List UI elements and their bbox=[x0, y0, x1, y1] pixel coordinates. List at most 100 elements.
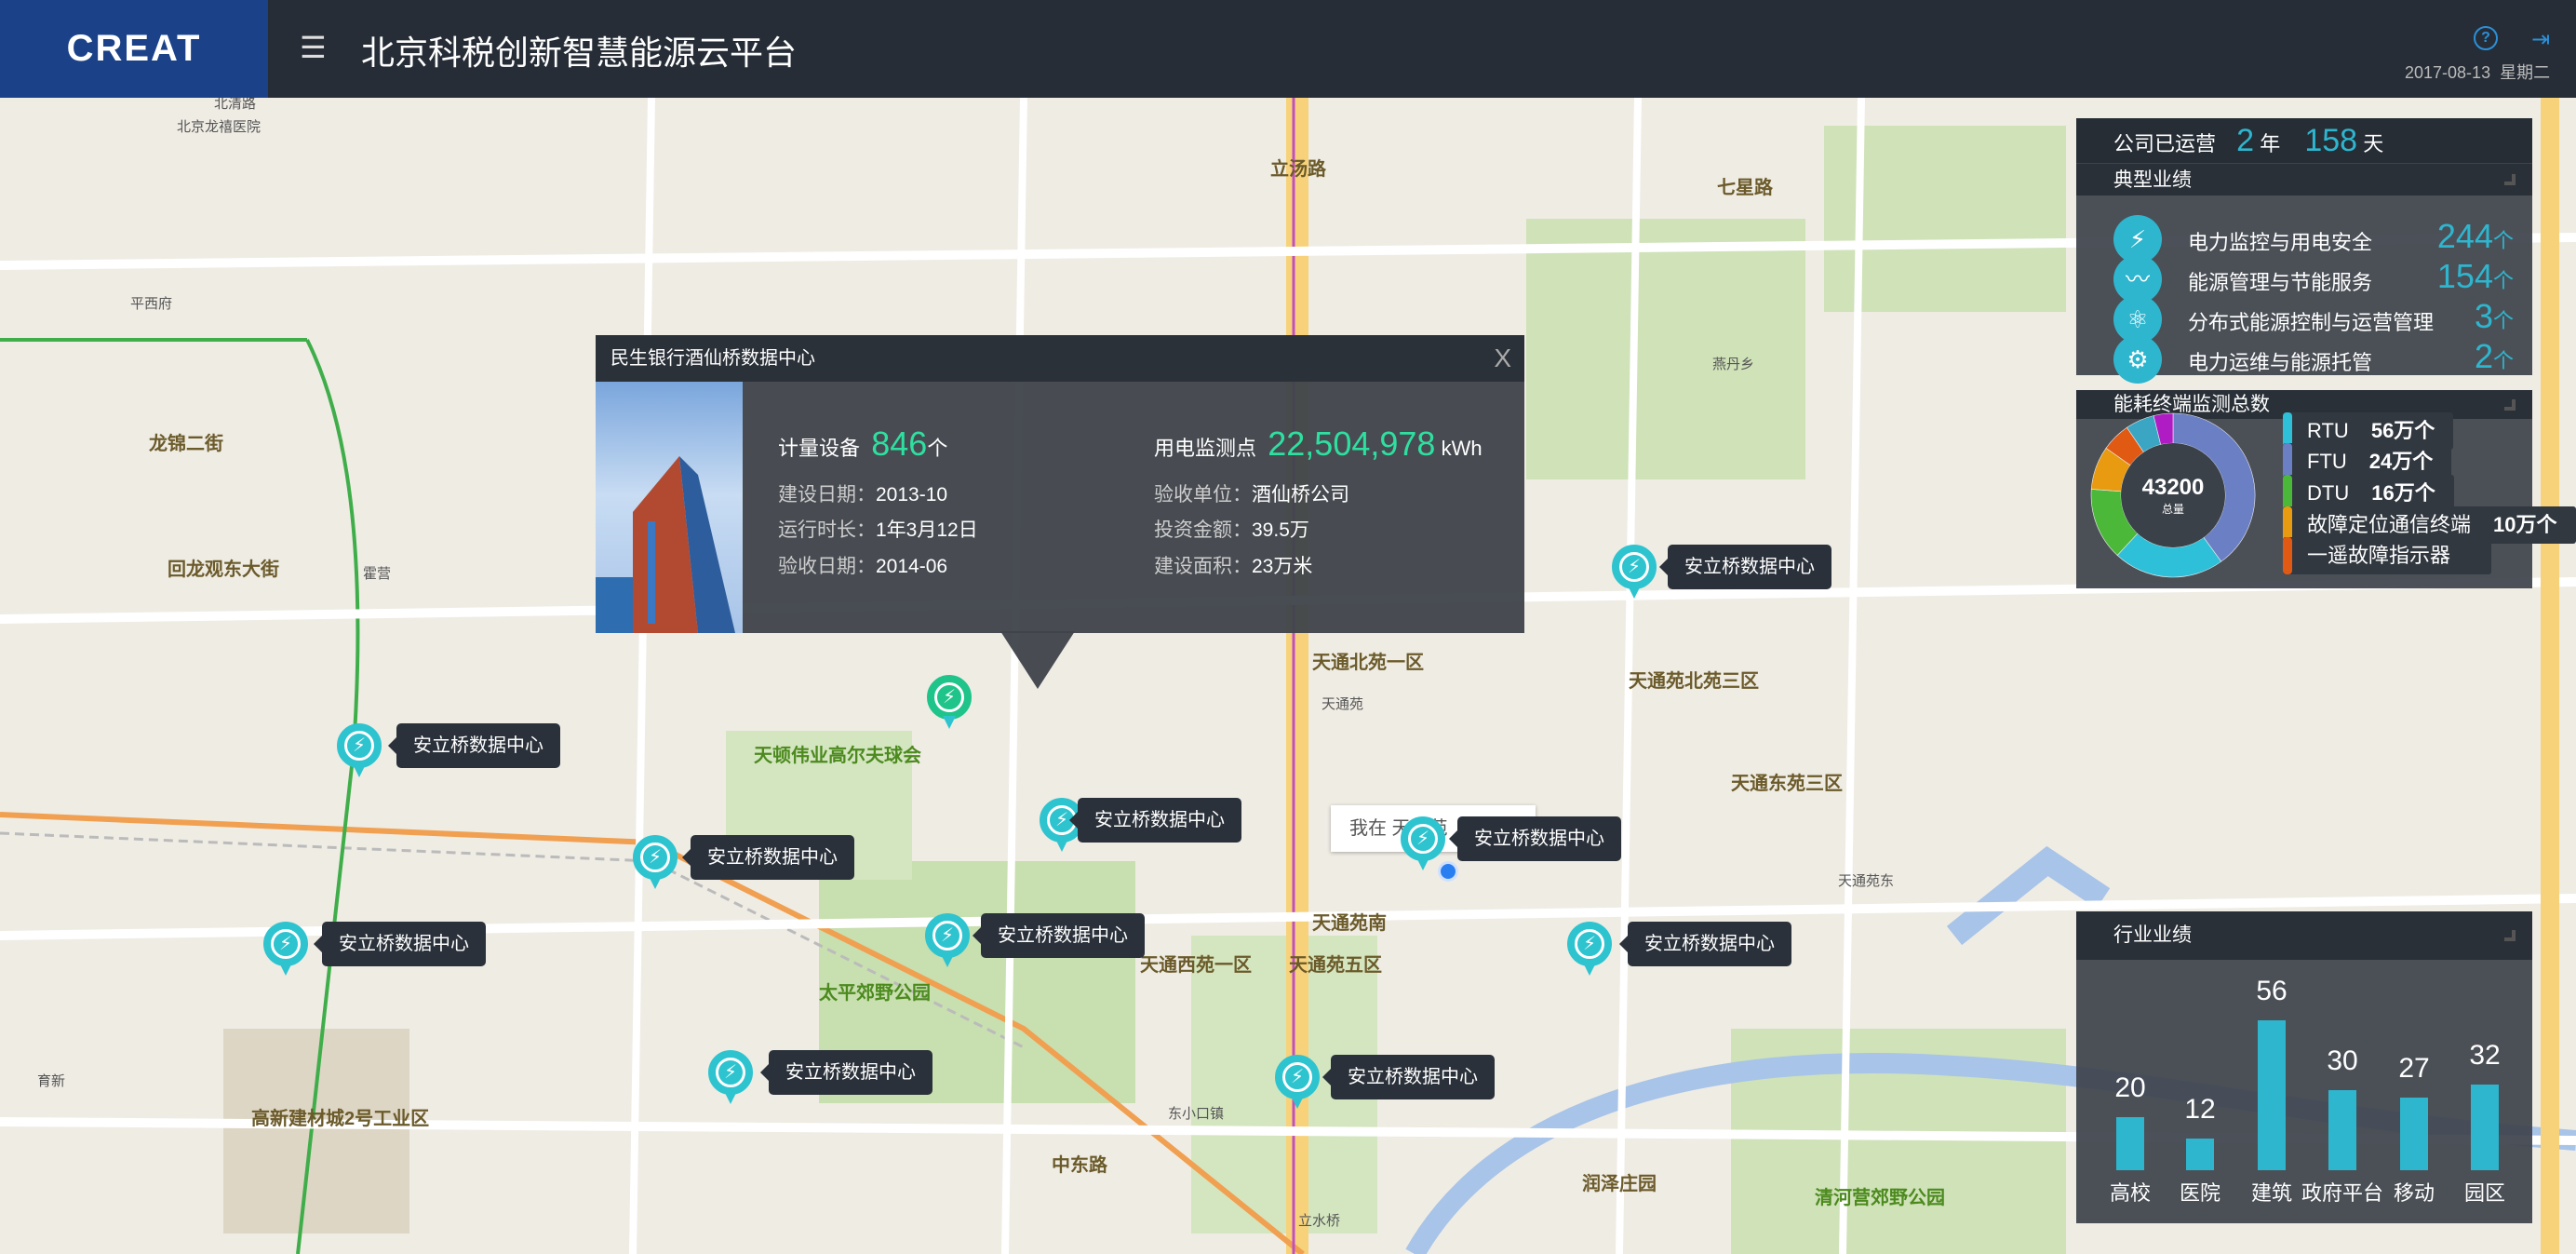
weekday: 星期二 bbox=[2500, 63, 2551, 82]
lightning-icon: ⚡ bbox=[1567, 922, 1612, 976]
top-header: CREAT ☰ 北京科税创新智慧能源云平台 ? ⇥ 2017-08-13 星期二 bbox=[0, 0, 2576, 98]
bar[interactable] bbox=[2116, 1116, 2144, 1170]
bar[interactable] bbox=[2471, 1085, 2499, 1170]
date: 2017-08-13 bbox=[2405, 63, 2491, 82]
typical-item-value: 2个 bbox=[2474, 337, 2514, 375]
typical-header: 典型业绩 bbox=[2076, 163, 2532, 196]
site-marker[interactable]: ⚡ bbox=[1275, 1055, 1320, 1111]
map-label: 立汤路 bbox=[1270, 159, 1326, 180]
map-label: 高新建材城2号工业区 bbox=[251, 1109, 430, 1129]
site-marker-label[interactable]: 安立桥数据中心 bbox=[973, 913, 1145, 958]
map-label: 回龙观东大街 bbox=[168, 560, 279, 580]
donut-total-label: 总量 bbox=[2161, 503, 2184, 516]
map-label: 燕丹乡 bbox=[1712, 357, 1755, 372]
resize-icon[interactable] bbox=[2504, 174, 2516, 185]
lightning-icon: ⚡ bbox=[337, 723, 382, 777]
industry-header: 行业业绩 bbox=[2076, 911, 2532, 960]
resize-icon[interactable] bbox=[2504, 930, 2516, 941]
points-unit: kWh bbox=[1441, 437, 1483, 460]
legend-value: 24万个 bbox=[2368, 450, 2434, 473]
typical-item-label: 电力运维与能源托管 bbox=[2188, 351, 2373, 374]
site-marker[interactable]: ⚡ bbox=[925, 913, 970, 969]
map-label: 天通东苑三区 bbox=[1731, 774, 1843, 794]
legend-name: 故障定位通信终端 bbox=[2307, 513, 2472, 536]
legend-name: RTU bbox=[2307, 419, 2349, 442]
resize-icon[interactable] bbox=[2504, 398, 2516, 411]
site-marker-label[interactable]: 安立桥数据中心 bbox=[760, 1050, 932, 1095]
map-label: 北京龙禧医院 bbox=[177, 119, 262, 135]
typical-item[interactable]: ⚙ 电力运维与能源托管 2个 bbox=[2113, 335, 2523, 391]
map-label: 天顿伟业高尔夫球会 bbox=[754, 746, 921, 766]
lightning-icon: ⚡ bbox=[1275, 1055, 1320, 1109]
devices-unit: 个 bbox=[927, 437, 948, 460]
site-marker-label[interactable]: 安立桥数据中心 bbox=[1619, 922, 1791, 966]
map-label: 天通西苑一区 bbox=[1140, 955, 1252, 976]
legend-item: 一遥故障指示器 bbox=[2283, 537, 2492, 574]
devices-label: 计量设备 bbox=[778, 437, 861, 460]
site-marker-label[interactable]: 安立桥数据中心 bbox=[1322, 1055, 1495, 1099]
site-marker-label[interactable]: 安立桥数据中心 bbox=[314, 922, 486, 966]
bar[interactable] bbox=[2186, 1138, 2214, 1170]
bar-category-label: 园区 bbox=[2463, 1181, 2505, 1205]
bar-value-label: 20 bbox=[2114, 1072, 2146, 1103]
points-value: 22,504,978 bbox=[1268, 425, 1436, 463]
bar[interactable] bbox=[2258, 1020, 2286, 1170]
site-marker[interactable]: ⚡ bbox=[1612, 545, 1657, 600]
info-run-time: 运行时长：1年3月12日 bbox=[778, 519, 978, 541]
bar-value-label: 56 bbox=[2256, 976, 2288, 1006]
bar[interactable] bbox=[2328, 1089, 2356, 1170]
site-marker-label[interactable]: 安立桥数据中心 bbox=[1659, 545, 1831, 589]
site-marker[interactable]: ⚡ bbox=[633, 835, 678, 891]
map-label: 东小口镇 bbox=[1168, 1106, 1225, 1122]
bar-value-label: 12 bbox=[2184, 1093, 2216, 1125]
lightning-icon: ⚡ bbox=[263, 922, 308, 976]
menu-icon[interactable]: ☰ bbox=[300, 33, 337, 62]
legend-name: FTU bbox=[2307, 450, 2347, 473]
site-marker[interactable]: ⚡ bbox=[1567, 922, 1612, 978]
legend-value: 56万个 bbox=[2370, 419, 2435, 442]
map-label: 清河营郊野公园 bbox=[1815, 1188, 1945, 1208]
map-label: 天通苑北苑三区 bbox=[1629, 671, 1759, 692]
selected-site-marker[interactable]: ⚡ bbox=[927, 675, 972, 731]
site-marker[interactable]: ⚡ bbox=[263, 922, 308, 978]
typical-item-value: 154个 bbox=[2436, 257, 2514, 295]
lightning-icon: ⚡ bbox=[925, 913, 970, 967]
map-label: 太平郊野公园 bbox=[819, 983, 931, 1004]
points-label: 用电监测点 bbox=[1154, 437, 1257, 460]
operation-panel: 公司已运营 2 年 158 天 典型业绩 ⚡ 电力监控与用电安全 244个〰能源管理… bbox=[2076, 118, 2532, 384]
site-marker-label[interactable]: 安立桥数据中心 bbox=[388, 723, 560, 768]
bar-value-label: 32 bbox=[2469, 1040, 2501, 1071]
help-icon[interactable]: ? bbox=[2474, 26, 2498, 50]
logout-icon[interactable]: ⇥ bbox=[2531, 26, 2550, 53]
site-marker[interactable]: ⚡ bbox=[337, 723, 382, 779]
legend-swatch bbox=[2283, 537, 2292, 574]
popup-header: 民生银行酒仙桥数据中心 X bbox=[596, 335, 1524, 382]
site-marker-label[interactable]: 安立桥数据中心 bbox=[1069, 798, 1241, 843]
logo: CREAT bbox=[0, 0, 268, 98]
map-label: 天通苑南 bbox=[1312, 913, 1387, 934]
info-accept-date: 验收日期：2014-06 bbox=[778, 556, 948, 577]
lightning-icon: ⚡ bbox=[1401, 816, 1445, 870]
map-label: 中东路 bbox=[1052, 1155, 1107, 1176]
site-marker[interactable]: ⚡ bbox=[1401, 816, 1445, 872]
typical-item-label: 分布式能源控制与运营管理 bbox=[2188, 311, 2435, 334]
map-label: 天通北苑一区 bbox=[1312, 653, 1424, 673]
info-accept-unit: 验收单位：酒仙桥公司 bbox=[1154, 484, 1349, 506]
lightning-icon: ⚡ bbox=[1612, 545, 1657, 599]
info-area: 建设面积：23万米 bbox=[1154, 556, 1313, 577]
map-label: 天通苑五区 bbox=[1289, 955, 1382, 976]
site-marker-label[interactable]: 安立桥数据中心 bbox=[682, 835, 854, 880]
legend-value: 10万个 bbox=[2493, 513, 2557, 536]
days-value: 158 bbox=[2304, 123, 2358, 158]
gear-icon: ⚙ bbox=[2113, 335, 2162, 384]
map-label: 七星路 bbox=[1717, 178, 1773, 198]
map-label: 霍营 bbox=[363, 566, 392, 582]
industry-title: 行业业绩 bbox=[2113, 924, 2192, 946]
close-icon[interactable]: X bbox=[1494, 335, 1511, 382]
bar-value-label: 27 bbox=[2398, 1053, 2430, 1085]
site-marker[interactable]: ⚡ bbox=[708, 1050, 753, 1106]
site-photo bbox=[596, 382, 743, 633]
typical-item-value: 3个 bbox=[2474, 297, 2514, 335]
bar[interactable] bbox=[2400, 1098, 2428, 1170]
site-marker-label[interactable]: 安立桥数据中心 bbox=[1449, 816, 1621, 861]
